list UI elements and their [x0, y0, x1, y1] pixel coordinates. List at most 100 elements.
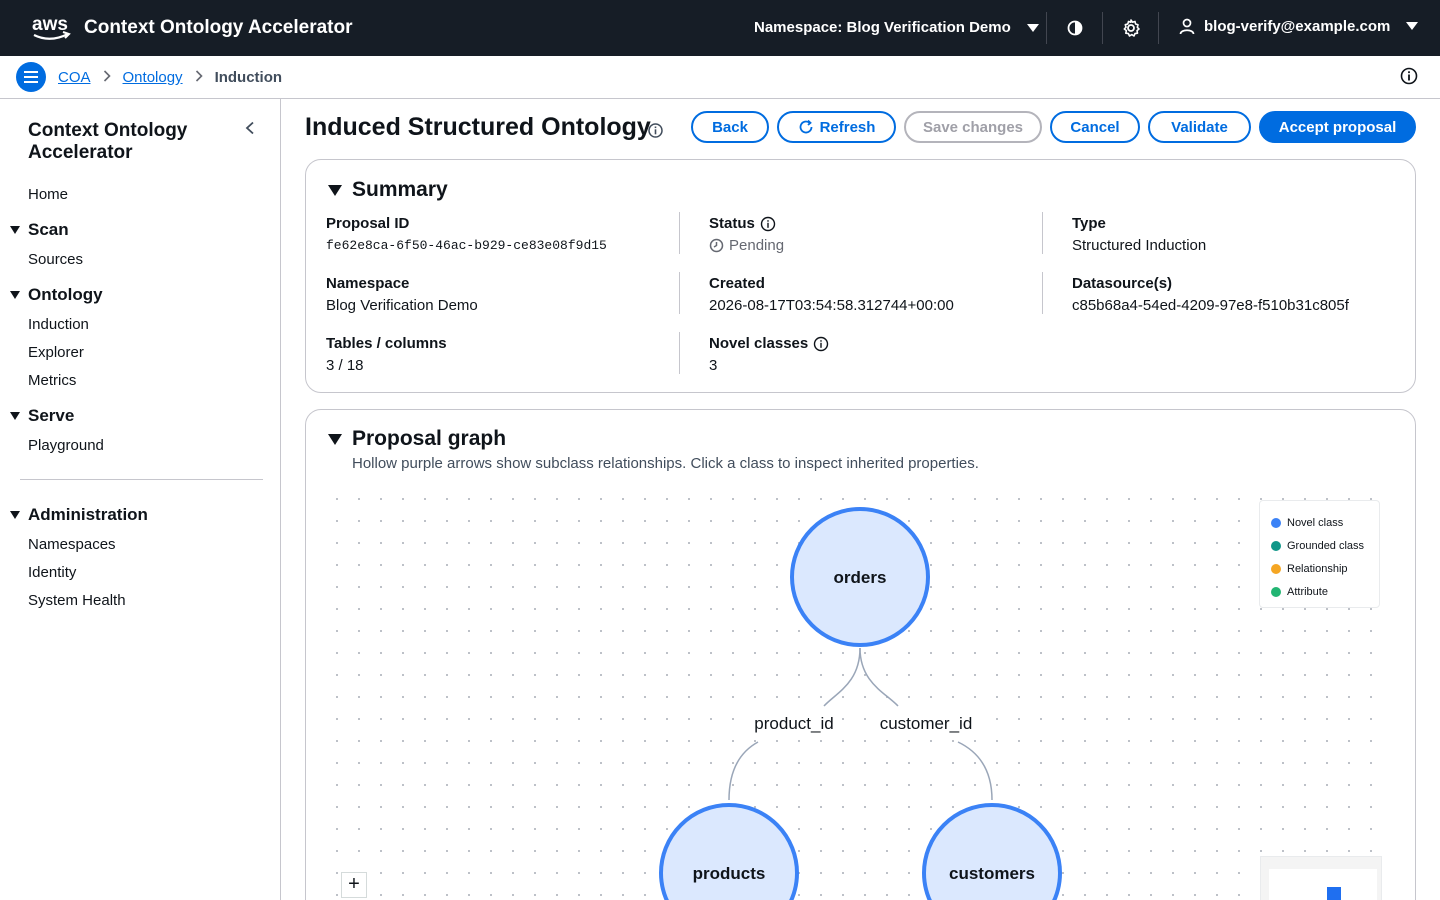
field-label: Type — [1072, 215, 1106, 232]
edge-orders-products-lower — [728, 741, 759, 801]
field-label: Namespace — [326, 275, 410, 292]
save-button-label: Save changes — [922, 118, 1024, 136]
legend-item-relationship: Relationship — [1271, 557, 1379, 580]
column-divider — [679, 272, 680, 314]
settings-icon[interactable] — [1120, 17, 1142, 39]
back-button[interactable]: Back — [691, 111, 769, 143]
node-label-orders: orders — [834, 568, 887, 587]
legend-label: Novel class — [1287, 516, 1344, 529]
node-customers[interactable] — [922, 803, 1062, 900]
sidebar-item-explorer[interactable]: Explorer — [28, 344, 84, 361]
user-menu[interactable]: blog-verify@example.com — [1178, 17, 1419, 35]
edge-orders-customers-lower — [957, 741, 993, 801]
save-changes-button[interactable]: Save changes — [904, 111, 1042, 143]
sidebar-section-administration[interactable]: Administration — [10, 505, 148, 525]
caret-down-icon — [1406, 22, 1419, 30]
minimap-viewport — [1269, 869, 1377, 900]
breadcrumb-coa[interactable]: COA — [58, 69, 91, 86]
info-icon[interactable] — [760, 216, 776, 232]
contrast-icon[interactable] — [1064, 17, 1086, 39]
field-label-row: Status — [709, 215, 784, 232]
aws-logo[interactable]: aws — [30, 13, 74, 43]
sidebar-section-serve[interactable]: Serve — [10, 406, 74, 426]
zoom-in-button[interactable]: + — [341, 872, 367, 898]
field-type: Type Structured Induction — [1072, 215, 1206, 254]
edge-orders-products[interactable] — [823, 647, 861, 707]
legend-label: Attribute — [1287, 585, 1328, 598]
refresh-button-label: Refresh — [819, 118, 876, 136]
caret-down-icon — [328, 184, 342, 196]
accept-proposal-button[interactable]: Accept proposal — [1259, 111, 1416, 143]
legend-dot-icon — [1271, 586, 1281, 597]
legend-item-attribute: Attribute — [1271, 580, 1379, 603]
info-icon[interactable] — [1399, 66, 1419, 86]
namespace-value: Blog Verification Demo — [326, 297, 478, 314]
novel-classes-value: 3 — [709, 357, 718, 374]
nav-divider — [1158, 12, 1159, 44]
graph-heading: Proposal graph — [352, 427, 507, 450]
sidebar-item-playground[interactable]: Playground — [28, 437, 104, 454]
field-label: Datasource(s) — [1072, 275, 1173, 292]
summary-heading: Summary — [352, 178, 448, 201]
status-indicator: Pending — [709, 237, 784, 254]
breadcrumb-current: Induction — [214, 69, 283, 86]
validate-button[interactable]: Validate — [1148, 111, 1251, 143]
chevron-left-icon[interactable] — [243, 121, 257, 135]
refresh-button[interactable]: Refresh — [777, 111, 896, 143]
edge-orders-customers[interactable] — [859, 647, 899, 707]
caret-down-icon — [10, 412, 20, 420]
column-divider — [679, 212, 680, 254]
field-namespace: Namespace Blog Verification Demo — [326, 275, 478, 314]
namespace-selector[interactable]: Namespace: Blog Verification Demo — [754, 19, 1039, 36]
menu-toggle-button[interactable] — [16, 62, 46, 92]
field-label: Status — [709, 215, 755, 232]
datasource-value: c85b68a4-54ed-4209-97e8-f510b31c805f — [1072, 297, 1349, 314]
info-icon[interactable] — [647, 122, 664, 139]
field-label: Created — [709, 275, 765, 292]
type-value: Structured Induction — [1072, 237, 1207, 254]
sidebar-item-namespaces[interactable]: Namespaces — [28, 536, 116, 553]
sidebar-item-system-health[interactable]: System Health — [28, 592, 126, 609]
sidebar-section-scan[interactable]: Scan — [10, 220, 69, 240]
caret-down-icon — [10, 511, 20, 519]
breadcrumb-ontology[interactable]: Ontology — [123, 69, 183, 86]
sidebar-item-home[interactable]: Home — [28, 186, 68, 203]
node-products[interactable] — [659, 803, 799, 900]
info-icon[interactable] — [813, 336, 829, 352]
sidebar-title[interactable]: Context Ontology Accelerator — [28, 120, 228, 164]
caret-down-icon — [10, 291, 20, 299]
graph-canvas[interactable]: product_id customer_id orders products c… — [326, 488, 1386, 900]
legend-item-grounded-class: Grounded class — [1271, 534, 1379, 557]
section-label: Administration — [28, 505, 148, 524]
user-icon — [1179, 18, 1195, 35]
legend-label: Relationship — [1287, 562, 1348, 575]
namespace-label: Namespace: Blog Verification Demo — [754, 19, 1011, 36]
back-button-label: Back — [712, 118, 748, 136]
legend-dot-icon — [1271, 540, 1281, 551]
field-label: Novel classes — [709, 335, 809, 352]
sidebar-item-sources[interactable]: Sources — [28, 251, 83, 268]
sidebar-section-ontology[interactable]: Ontology — [10, 285, 103, 305]
chevron-right-icon — [195, 69, 203, 86]
cancel-button[interactable]: Cancel — [1050, 111, 1140, 143]
app-title[interactable]: Context Ontology Accelerator — [84, 17, 353, 39]
sidebar-item-induction[interactable]: Induction — [28, 316, 89, 333]
sidebar-item-identity[interactable]: Identity — [28, 564, 76, 581]
summary-header[interactable]: Summary — [328, 178, 448, 202]
breadcrumb-bar: COA Ontology Induction — [0, 56, 1440, 99]
node-label-products: products — [693, 864, 766, 883]
proposal-graph-container: Proposal graph Hollow purple arrows show… — [305, 409, 1416, 900]
tables-value: 3 / 18 — [326, 357, 364, 374]
caret-down-icon — [1026, 23, 1039, 32]
edge-label-product-id: product_id — [754, 714, 833, 733]
top-navigation: aws Context Ontology Accelerator Namespa… — [0, 0, 1440, 56]
field-status: Status Pending — [709, 215, 784, 254]
graph-minimap[interactable] — [1260, 856, 1382, 900]
section-label: Ontology — [28, 285, 103, 304]
column-divider — [679, 332, 680, 374]
refresh-icon — [799, 119, 812, 134]
graph-header[interactable]: Proposal graph — [328, 427, 506, 451]
sidebar-item-metrics[interactable]: Metrics — [28, 372, 76, 389]
field-label: Tables / columns — [326, 335, 447, 352]
node-label-customers: customers — [949, 864, 1035, 883]
